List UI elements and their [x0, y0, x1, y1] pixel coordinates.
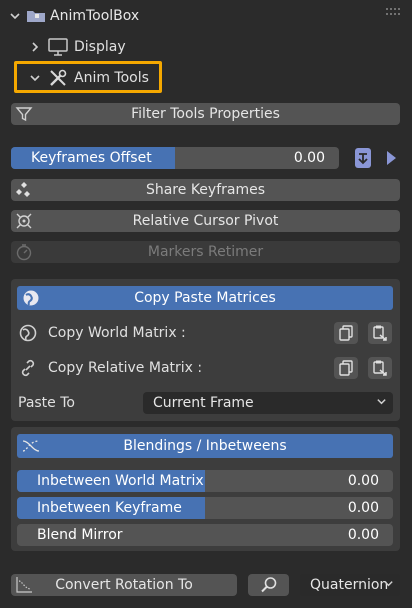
- paste-icon: [372, 360, 388, 376]
- copy-world-button[interactable]: [334, 322, 358, 344]
- paste-world-button[interactable]: [368, 322, 392, 344]
- rotation-mode-value: Quaternion: [310, 577, 389, 593]
- share-keyframes-label: Share Keyframes: [145, 182, 266, 198]
- grip-icon[interactable]: [386, 8, 402, 20]
- blendings-title: Blendings / Inbetweens: [123, 438, 287, 454]
- search-button[interactable]: [248, 574, 289, 596]
- tree-item-display[interactable]: Display: [28, 35, 126, 59]
- relative-cursor-pivot-label: Relative Cursor Pivot: [132, 213, 279, 229]
- chevron-down-icon[interactable]: [28, 71, 42, 85]
- copy-world-label: Copy World Matrix :: [48, 325, 186, 341]
- copy-icon: [338, 325, 354, 341]
- blend-mirror-slider[interactable]: Blend Mirror 0.00: [17, 524, 393, 546]
- inbetween-keyframe-slider[interactable]: Inbetween Keyframe 0.00: [17, 497, 393, 519]
- curve-icon: [15, 576, 33, 594]
- cursor-pivot-icon: [15, 212, 33, 230]
- share-keyframes-button[interactable]: Share Keyframes: [11, 179, 400, 201]
- paste-to-dropdown[interactable]: Current Frame: [143, 392, 393, 414]
- panel-header[interactable]: AnimToolBox: [8, 4, 139, 28]
- blendings-header[interactable]: Blendings / Inbetweens: [17, 434, 393, 458]
- share-keyframes-icon: [15, 181, 33, 199]
- relative-cursor-pivot-button[interactable]: Relative Cursor Pivot: [11, 210, 400, 232]
- convert-rotation-label: Convert Rotation To: [55, 577, 193, 593]
- tree-item-anim-tools[interactable]: Anim Tools: [28, 66, 149, 90]
- copy-icon: [338, 360, 354, 376]
- tools-icon: [48, 68, 68, 88]
- markers-retimer-label: Markers Retimer: [147, 244, 264, 260]
- copy-paste-header[interactable]: Copy Paste Matrices: [17, 286, 393, 310]
- search-icon: [260, 576, 278, 594]
- copy-paste-title: Copy Paste Matrices: [134, 290, 276, 306]
- blend-icon: [21, 436, 41, 456]
- keyframes-offset-slider[interactable]: Keyframes Offset 0.00: [11, 147, 339, 169]
- inbetween-world-slider[interactable]: Inbetween World Matrix 0.00: [17, 470, 393, 492]
- slider-value: 0.00: [347, 527, 379, 543]
- chevron-right-icon[interactable]: [28, 40, 42, 54]
- globe-icon: [18, 323, 38, 343]
- slider-value: 0.00: [347, 500, 379, 516]
- convert-rotation-button[interactable]: Convert Rotation To: [11, 574, 237, 596]
- paste-to-label: Paste To: [18, 395, 75, 411]
- filter-tools-label: Filter Tools Properties: [131, 106, 280, 122]
- play-arrow-icon[interactable]: [380, 147, 402, 169]
- copy-world-row: Copy World Matrix :: [18, 322, 186, 344]
- tree-item-label: Display: [74, 39, 126, 55]
- paste-to-value: Current Frame: [153, 395, 254, 411]
- chevron-down-icon: [383, 578, 394, 592]
- slider-value: 0.00: [347, 473, 379, 489]
- chevron-down-icon[interactable]: [8, 9, 22, 23]
- copy-relative-row: Copy Relative Matrix :: [18, 357, 202, 379]
- filter-icon: [15, 105, 33, 123]
- paste-icon: [372, 325, 388, 341]
- slider-value: 0.00: [293, 150, 325, 166]
- paste-relative-button[interactable]: [368, 357, 392, 379]
- filter-tools-button[interactable]: Filter Tools Properties: [11, 103, 400, 125]
- slider-label: Blend Mirror: [37, 527, 123, 543]
- copy-relative-button[interactable]: [334, 357, 358, 379]
- chevron-down-icon: [376, 396, 387, 410]
- stopwatch-icon: [15, 243, 33, 261]
- keyframe-insert-icon[interactable]: [352, 147, 374, 169]
- globe-icon: [21, 288, 41, 308]
- link-icon: [18, 358, 38, 378]
- copy-relative-label: Copy Relative Matrix :: [48, 360, 203, 376]
- monitor-icon: [48, 38, 68, 56]
- slider-label: Inbetween Keyframe: [37, 500, 182, 516]
- markers-retimer-button: Markers Retimer: [11, 241, 400, 263]
- slider-label: Inbetween World Matrix: [37, 473, 204, 489]
- panel-title: AnimToolBox: [50, 8, 140, 24]
- tree-item-label: Anim Tools: [74, 70, 149, 86]
- rotation-mode-dropdown[interactable]: Quaternion: [300, 574, 400, 596]
- folder-icon: [26, 8, 46, 24]
- slider-label: Keyframes Offset: [31, 150, 152, 166]
